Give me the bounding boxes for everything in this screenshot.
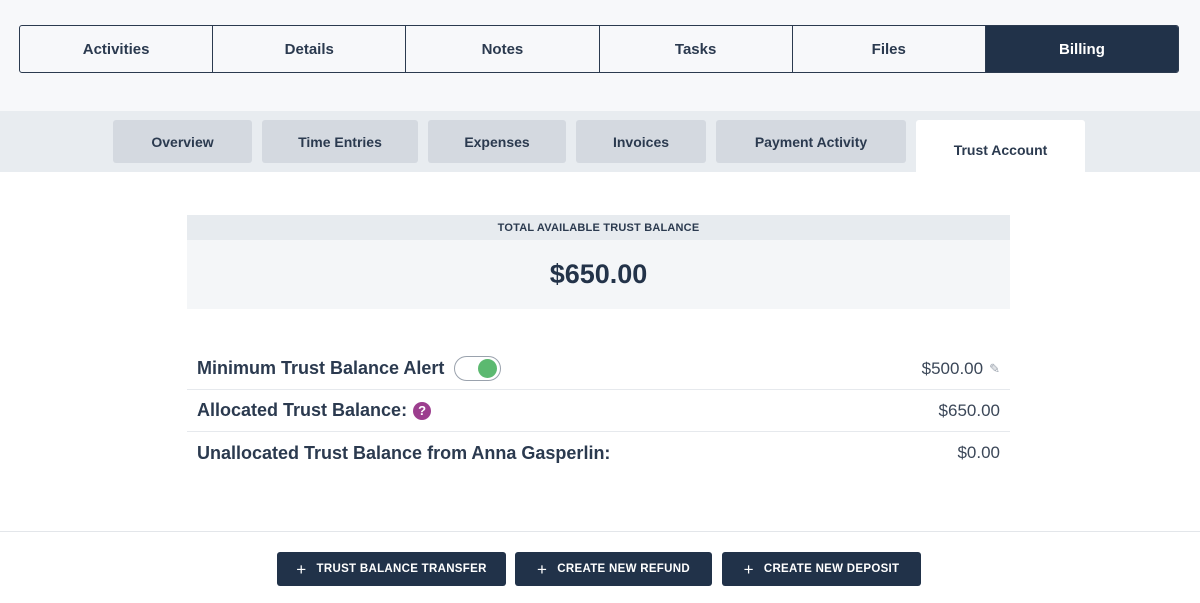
unallocated-balance-value: $0.00 <box>957 443 1000 462</box>
tab-notes[interactable]: Notes <box>406 26 600 72</box>
button-label: CREATE NEW DEPOSIT <box>763 563 900 575</box>
allocated-balance-row: Allocated Trust Balance: ? $650.00 <box>187 390 1010 432</box>
pencil-icon[interactable]: ✎ <box>989 361 1000 377</box>
tab-tasks[interactable]: Tasks <box>600 26 793 72</box>
trust-balance-transfer-button[interactable]: + TRUST BALANCE TRANSFER <box>277 552 506 586</box>
subtab-expenses[interactable]: Expenses <box>428 120 566 163</box>
balance-amount: $650.00 <box>549 259 648 289</box>
subtab-payment-activity[interactable]: Payment Activity <box>716 120 906 163</box>
unallocated-balance-row: Unallocated Trust Balance from Anna Gasp… <box>187 432 1010 474</box>
button-label: TRUST BALANCE TRANSFER <box>316 563 487 575</box>
plus-icon: + <box>537 559 548 579</box>
top-nav-area: Activities Details Notes Tasks Files Bil… <box>0 0 1200 111</box>
toggle-knob <box>478 359 498 378</box>
tab-files[interactable]: Files <box>793 26 986 72</box>
plus-icon: + <box>296 559 307 579</box>
min-balance-alert-row: Minimum Trust Balance Alert $500.00 ✎ <box>187 348 1010 390</box>
button-label: CREATE NEW REFUND <box>557 563 690 575</box>
main-tab-bar: Activities Details Notes Tasks Files Bil… <box>19 25 1179 73</box>
tab-details[interactable]: Details <box>213 26 407 72</box>
help-icon[interactable]: ? <box>413 401 432 420</box>
tab-activities[interactable]: Activities <box>20 26 214 72</box>
allocated-balance-value: $650.00 <box>938 400 1000 420</box>
total-trust-balance-card: TOTAL AVAILABLE TRUST BALANCE $650.00 <box>187 215 1010 309</box>
min-balance-alert-label: Minimum Trust Balance Alert <box>197 358 445 378</box>
subtab-invoices[interactable]: Invoices <box>576 120 706 163</box>
subtab-trust-account[interactable]: Trust Account <box>916 120 1085 172</box>
plus-icon: + <box>743 559 754 579</box>
min-balance-alert-value: $500.00 <box>921 358 984 378</box>
create-new-refund-button[interactable]: + CREATE NEW REFUND <box>515 552 712 586</box>
create-new-deposit-button[interactable]: + CREATE NEW DEPOSIT <box>722 552 921 586</box>
unallocated-balance-label: Unallocated Trust Balance from Anna Gasp… <box>197 442 611 463</box>
subtab-overview[interactable]: Overview <box>113 120 252 163</box>
allocated-balance-label: Allocated Trust Balance: <box>197 400 408 420</box>
trust-details-list: Minimum Trust Balance Alert $500.00 ✎ Al… <box>187 348 1010 474</box>
balance-header: TOTAL AVAILABLE TRUST BALANCE <box>187 215 1010 240</box>
subtab-time-entries[interactable]: Time Entries <box>262 120 418 163</box>
min-balance-alert-toggle[interactable] <box>454 356 502 381</box>
footer-divider <box>0 531 1200 532</box>
billing-sub-tab-bar: Overview Time Entries Expenses Invoices … <box>0 111 1200 172</box>
tab-billing[interactable]: Billing <box>985 26 1178 72</box>
